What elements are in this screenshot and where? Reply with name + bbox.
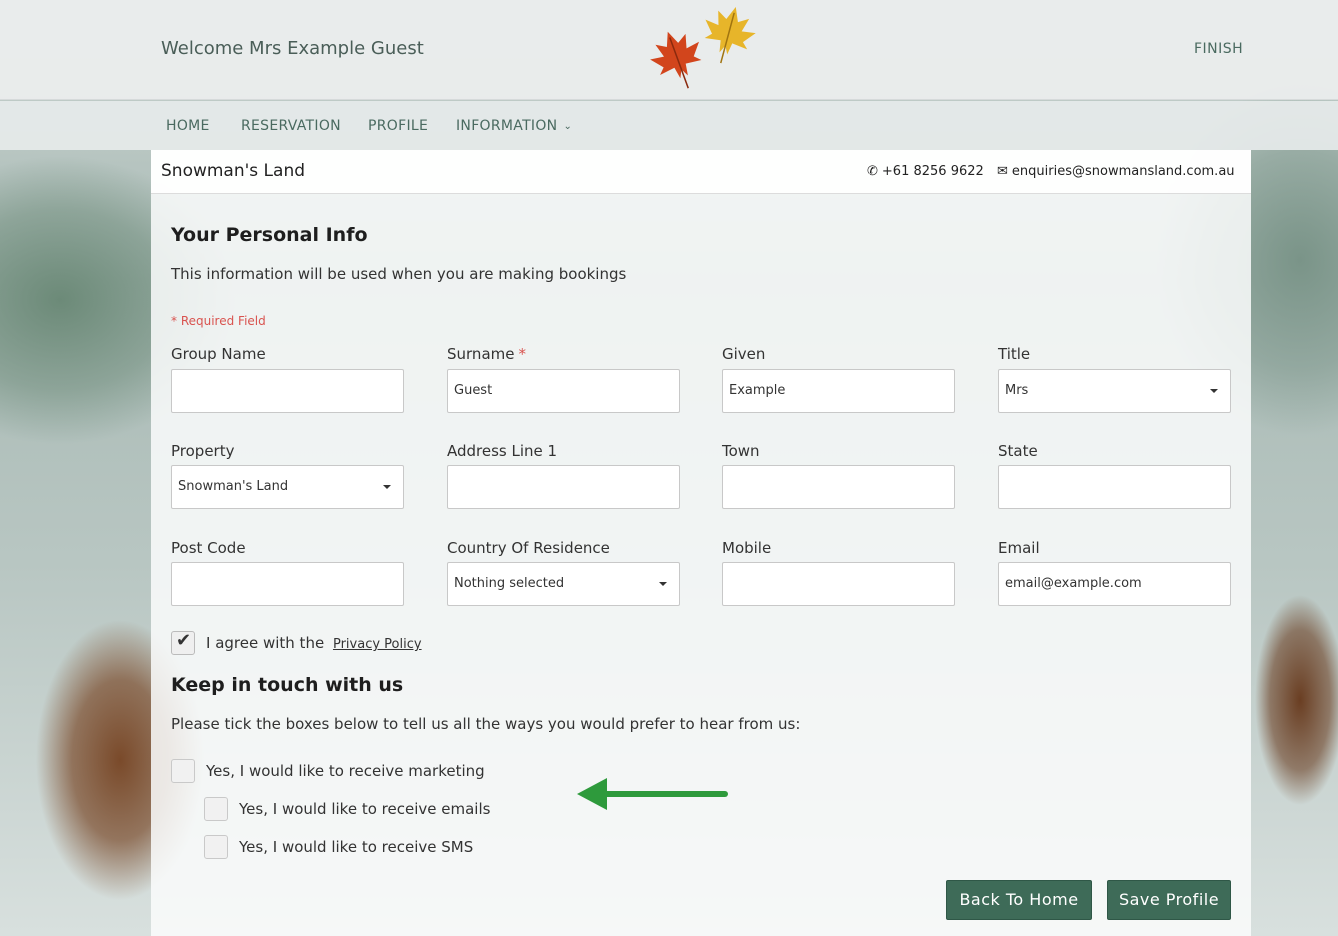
top-header: Welcome Mrs Example Guest FINISH: [0, 0, 1338, 100]
required-star: *: [518, 345, 526, 363]
property-label: Property: [171, 442, 235, 460]
caret-down-icon: [659, 582, 667, 586]
property-select-value: Snowman's Land: [178, 479, 289, 494]
phone-contact[interactable]: ✆ +61 8256 9622: [867, 164, 984, 179]
property-name: Snowman's Land: [161, 161, 306, 181]
surname-label-text: Surname: [447, 345, 515, 363]
email-label: Email: [998, 539, 1040, 557]
group-name-input[interactable]: [171, 369, 404, 413]
envelope-icon: ✉: [997, 164, 1008, 179]
phone-icon: ✆: [867, 164, 878, 179]
checkmark-icon: ✔: [176, 630, 192, 651]
main-nav: HOME RESERVATION PROFILE INFORMATION ⌄: [0, 101, 1338, 150]
email-address: enquiries@snowmansland.com.au: [1011, 164, 1235, 179]
keep-in-touch-title: Keep in touch with us: [171, 674, 404, 696]
green-arrow-icon: [577, 778, 728, 810]
email-contact[interactable]: ✉ enquiries@snowmansland.com.au: [997, 164, 1235, 179]
country-select-value: Nothing selected: [454, 576, 565, 591]
page-title: Your Personal Info: [171, 224, 368, 246]
country-label: Country Of Residence: [447, 539, 610, 557]
required-note: * Required Field: [171, 314, 266, 328]
profile-panel: Snowman's Land ✆ +61 8256 9622 ✉ enquiries…: [151, 150, 1251, 936]
nav-reservation[interactable]: RESERVATION: [241, 118, 341, 134]
nav-home[interactable]: HOME: [166, 118, 210, 134]
back-to-home-button[interactable]: Back To Home: [946, 880, 1092, 920]
town-input[interactable]: [722, 465, 955, 509]
post-code-label: Post Code: [171, 539, 246, 557]
chevron-down-icon: ⌄: [563, 121, 573, 132]
welcome-text: Welcome Mrs Example Guest: [161, 38, 424, 59]
post-code-input[interactable]: [171, 562, 404, 606]
state-input[interactable]: [998, 465, 1231, 509]
marketing-checkbox[interactable]: [171, 759, 195, 783]
email-input[interactable]: email@example.com: [998, 562, 1231, 606]
surname-input[interactable]: Guest: [447, 369, 680, 413]
emails-label: Yes, I would like to receive emails: [239, 800, 491, 818]
given-label: Given: [722, 345, 766, 363]
caret-down-icon: [1210, 389, 1218, 393]
keep-in-touch-subtitle: Please tick the boxes below to tell us a…: [171, 715, 801, 733]
mobile-label: Mobile: [722, 539, 772, 557]
marketing-label: Yes, I would like to receive marketing: [206, 762, 485, 780]
surname-label: Surname *: [447, 345, 526, 363]
nav-information[interactable]: INFORMATION ⌄: [456, 118, 572, 134]
country-select[interactable]: Nothing selected: [447, 562, 680, 606]
sms-label: Yes, I would like to receive SMS: [239, 838, 474, 856]
property-bar: Snowman's Land ✆ +61 8256 9622 ✉ enquiries…: [151, 150, 1251, 194]
mobile-input[interactable]: [722, 562, 955, 606]
title-select[interactable]: Mrs: [998, 369, 1231, 413]
address1-label: Address Line 1: [447, 442, 558, 460]
title-label: Title: [998, 345, 1031, 363]
group-name-label: Group Name: [171, 345, 266, 363]
save-profile-button[interactable]: Save Profile: [1107, 880, 1231, 920]
phone-number: +61 8256 9622: [881, 164, 984, 179]
nav-information-label: INFORMATION: [456, 118, 558, 134]
caret-down-icon: [383, 485, 391, 489]
privacy-label: I agree with the Privacy Policy: [206, 634, 422, 652]
privacy-policy-link[interactable]: Privacy Policy: [333, 637, 422, 652]
emails-checkbox[interactable]: [204, 797, 228, 821]
given-input[interactable]: Example: [722, 369, 955, 413]
maple-leaf-logo-icon[interactable]: [640, 2, 764, 98]
privacy-checkbox[interactable]: ✔: [171, 630, 195, 655]
town-label: Town: [722, 442, 760, 460]
sms-checkbox[interactable]: [204, 835, 228, 859]
title-select-value: Mrs: [1005, 383, 1029, 398]
nav-profile[interactable]: PROFILE: [368, 118, 428, 134]
address1-input[interactable]: [447, 465, 680, 509]
privacy-text: I agree with the: [206, 634, 325, 652]
page-subtitle: This information will be used when you a…: [171, 265, 627, 283]
property-select[interactable]: Snowman's Land: [171, 465, 404, 509]
finish-link[interactable]: FINISH: [1194, 41, 1243, 57]
state-label: State: [998, 442, 1038, 460]
